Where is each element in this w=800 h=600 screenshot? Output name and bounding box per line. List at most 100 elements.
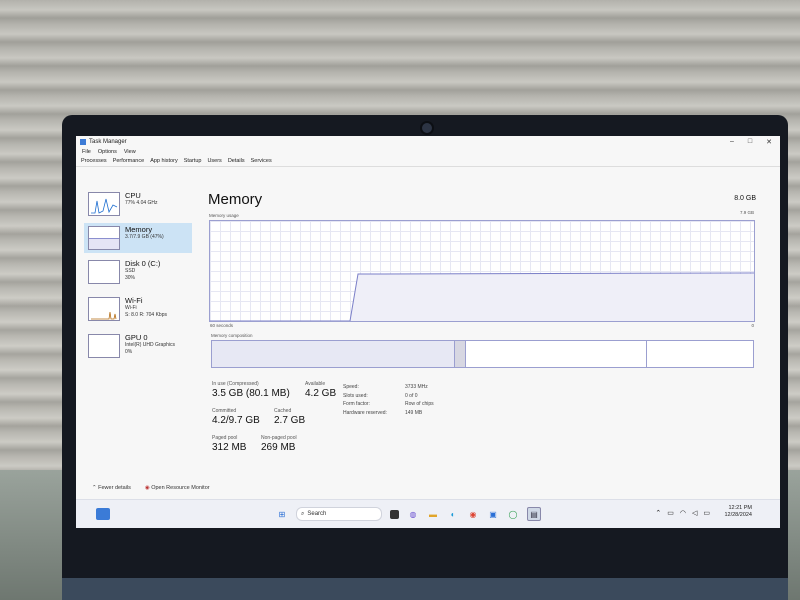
memory-sparkline bbox=[88, 226, 120, 250]
gpu-sparkline bbox=[88, 334, 120, 358]
menu-file[interactable]: File bbox=[82, 149, 91, 155]
detail-value: 0 of 0 bbox=[405, 392, 418, 399]
sidebar-item-value: 77% 4.04 GHz bbox=[125, 200, 158, 206]
memory-composition-label: Memory composition bbox=[211, 333, 253, 338]
composition-in-use bbox=[212, 341, 455, 367]
resource-monitor-icon: ◉ bbox=[144, 485, 150, 491]
sidebar-item-value: S: 8.0 R: 704 Kbps bbox=[125, 312, 167, 318]
task-manager-taskbar-icon[interactable]: ▤ bbox=[527, 507, 541, 521]
detail-value: 149 MB bbox=[405, 409, 423, 416]
window-footer: ⌃ Fewer details ◉ Open Resource Monitor bbox=[92, 485, 210, 491]
stat-value: 269 MB bbox=[261, 442, 296, 453]
start-icon[interactable]: ⊞ bbox=[276, 508, 288, 520]
battery-icon[interactable]: ▭ bbox=[703, 509, 710, 517]
memory-panel: Memory 8.0 GB Memory usage 7.9 GB 60 sec… bbox=[206, 167, 776, 487]
store-icon[interactable]: ▣ bbox=[487, 508, 499, 520]
wifi-icon[interactable]: ◠ bbox=[680, 509, 686, 517]
page-title: Memory bbox=[208, 191, 263, 208]
stat-label: Non-paged pool bbox=[261, 435, 297, 441]
clock-time: 12:21 PM bbox=[728, 505, 752, 511]
window-title: Task Manager bbox=[89, 138, 127, 145]
stat-label: Available bbox=[305, 381, 326, 387]
laptop-hinge bbox=[62, 578, 788, 600]
sidebar-item-wifi[interactable]: Wi-Fi Wi-Fi S: 8.0 R: 704 Kbps bbox=[84, 294, 192, 324]
performance-sidebar: CPU 77% 4.04 GHz Memory 3.7/7.9 GB (47%)… bbox=[76, 167, 194, 487]
tab-details[interactable]: Details bbox=[227, 158, 246, 164]
chrome-icon[interactable]: ◉ bbox=[467, 508, 479, 520]
sidebar-item-value: 3.7/7.9 GB (47%) bbox=[125, 234, 164, 240]
resource-monitor-label: Open Resource Monitor bbox=[151, 485, 210, 491]
sidebar-item-value: Wi-Fi bbox=[125, 305, 137, 311]
chat-icon[interactable]: ◍ bbox=[407, 508, 419, 520]
search-label: Search bbox=[307, 511, 327, 517]
widgets-icon[interactable] bbox=[96, 508, 110, 520]
minimize-button[interactable]: – bbox=[730, 138, 734, 146]
sidebar-item-cpu[interactable]: CPU 77% 4.04 GHz bbox=[84, 189, 192, 219]
tab-performance[interactable]: Performance bbox=[112, 158, 146, 164]
sidebar-item-label: Disk 0 (C:) bbox=[125, 259, 161, 268]
stat-available: Available 4.2 GB bbox=[305, 381, 336, 399]
wifi-sparkline bbox=[88, 297, 120, 321]
stat-cached: Cached 2.7 GB bbox=[274, 408, 305, 426]
detail-label: Hardware reserved: bbox=[343, 409, 387, 416]
laptop-screen: Task Manager – □ ✕ File Options View Pro… bbox=[76, 136, 780, 528]
close-button[interactable]: ✕ bbox=[766, 138, 772, 146]
sidebar-item-memory[interactable]: Memory 3.7/7.9 GB (47%) bbox=[84, 223, 192, 253]
stat-label: Paged pool bbox=[212, 435, 238, 441]
edge-icon[interactable]: ◐ bbox=[447, 508, 459, 520]
tab-app-history[interactable]: App history bbox=[149, 158, 179, 164]
fewer-details-link[interactable]: ⌃ Fewer details bbox=[92, 485, 131, 491]
tab-bar: Processes Performance App history Startu… bbox=[76, 156, 780, 167]
file-explorer-icon[interactable]: ▬ bbox=[427, 508, 439, 520]
stat-value: 3.5 GB (80.1 MB) bbox=[212, 388, 290, 399]
memory-composition-bar bbox=[211, 340, 754, 368]
memory-usage-graph bbox=[209, 220, 755, 322]
task-view-icon[interactable] bbox=[390, 509, 399, 519]
stat-committed: Committed 4.2/9.7 GB bbox=[212, 408, 260, 426]
sidebar-item-value: Intel(R) UHD Graphics bbox=[125, 342, 176, 348]
tray-app-icon[interactable]: ▭ bbox=[667, 509, 674, 517]
clock-date: 12/28/2024 bbox=[724, 512, 752, 518]
sidebar-item-label: GPU 0 bbox=[125, 333, 148, 342]
stat-label: Committed bbox=[212, 408, 237, 414]
window-titlebar: Task Manager – □ ✕ bbox=[76, 136, 780, 147]
disk-sparkline bbox=[88, 260, 120, 284]
sidebar-item-gpu[interactable]: GPU 0 Intel(R) UHD Graphics 0% bbox=[84, 331, 192, 361]
stat-paged-pool: Paged pool 312 MB bbox=[212, 435, 246, 453]
memory-usage-label: Memory usage bbox=[209, 213, 239, 218]
stat-label: In use (Compressed) bbox=[212, 381, 259, 387]
task-manager-icon bbox=[80, 138, 86, 145]
stat-nonpaged-pool: Non-paged pool 269 MB bbox=[261, 435, 297, 453]
maximize-button[interactable]: □ bbox=[748, 138, 752, 146]
memory-capacity: 8.0 GB bbox=[734, 195, 756, 202]
tab-processes[interactable]: Processes bbox=[80, 158, 108, 164]
volume-icon[interactable]: ◁ bbox=[692, 509, 697, 517]
menu-options[interactable]: Options bbox=[98, 149, 117, 155]
sidebar-item-value: 30% bbox=[125, 275, 136, 281]
webcam bbox=[420, 121, 434, 135]
memory-details: Speed: 3733 MHz Slots used: 0 of 0 Form fa… bbox=[343, 383, 434, 417]
tab-users[interactable]: Users bbox=[206, 158, 222, 164]
tab-startup[interactable]: Startup bbox=[183, 158, 203, 164]
search-box[interactable]: ⌕ Search bbox=[296, 507, 382, 521]
sidebar-item-disk[interactable]: Disk 0 (C:) SSD 30% bbox=[84, 257, 192, 287]
menu-bar: File Options View bbox=[76, 147, 780, 156]
memory-usage-area bbox=[350, 274, 754, 321]
menu-view[interactable]: View bbox=[124, 149, 136, 155]
composition-standby bbox=[466, 341, 647, 367]
graph-time-right: 0 bbox=[751, 323, 754, 328]
sidebar-item-value: SSD bbox=[125, 268, 136, 274]
tab-services[interactable]: Services bbox=[250, 158, 273, 164]
windows-taskbar: ⊞ ⌕ Search ◍ ▬ ◐ ◉ ▣ ◯ ▤ ⌃ ▭ ◠ ◁ ▭ 12:21… bbox=[76, 499, 780, 528]
detail-value: Row of chips bbox=[405, 401, 434, 407]
whatsapp-icon[interactable]: ◯ bbox=[507, 508, 519, 520]
sidebar-item-label: CPU bbox=[125, 191, 141, 200]
sidebar-item-label: Wi-Fi bbox=[125, 296, 143, 305]
resource-monitor-link[interactable]: ◉ Open Resource Monitor bbox=[145, 485, 210, 491]
tray-chevron-icon[interactable]: ⌃ bbox=[655, 509, 661, 517]
stat-value: 2.7 GB bbox=[274, 415, 306, 426]
system-clock[interactable]: 12:21 PM 12/28/2024 bbox=[724, 505, 752, 519]
graph-time-left: 60 seconds bbox=[210, 323, 234, 328]
memory-usage-max: 7.9 GB bbox=[739, 210, 754, 215]
fewer-details-label: Fewer details bbox=[98, 485, 131, 491]
